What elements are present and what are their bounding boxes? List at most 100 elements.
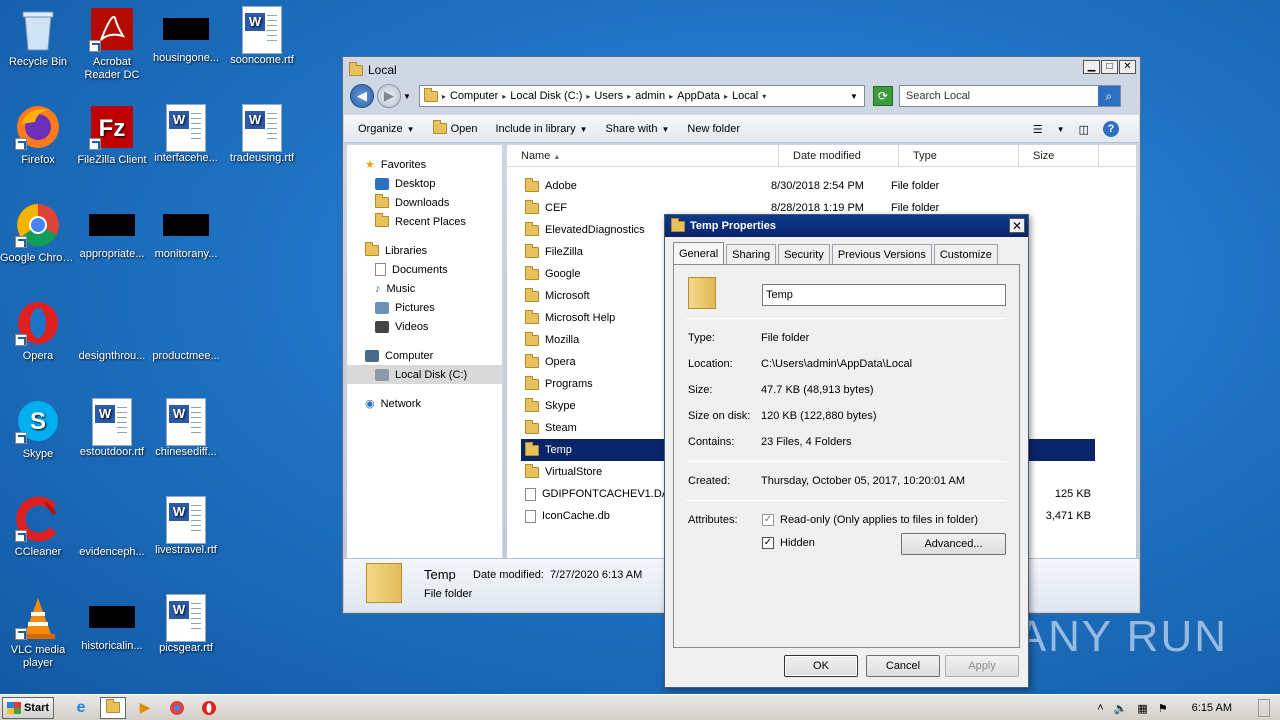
nav-pictures[interactable]: Pictures [347,298,502,317]
apply-button[interactable]: Apply [945,655,1019,677]
minimize-button[interactable]: ▁ [1083,60,1100,74]
nav-computer[interactable]: Computer [347,346,502,365]
cancel-button[interactable]: Cancel [866,655,940,677]
readonly-checkbox[interactable]: ✓ Read-only (Only applies to files in fo… [762,514,978,526]
advanced-button[interactable]: Advanced... [901,533,1006,555]
tab-sharing[interactable]: Sharing [726,244,777,264]
nav-downloads[interactable]: Downloads [347,193,502,212]
nav-local-disk[interactable]: Local Disk (C:) [347,365,502,384]
divider [686,318,1006,319]
historicalin-file[interactable]: historicalin... [74,594,150,653]
windows-logo-icon [6,701,21,714]
picsgear-file[interactable]: W picsgear.rtf [148,594,224,655]
opera-shortcut[interactable]: Opera [0,300,76,363]
monitorany-file[interactable]: monitorany... [148,202,224,261]
details-type: File folder [424,588,473,600]
breadcrumb-local-disk[interactable]: Local Disk (C:) [510,90,582,102]
address-row: ◀ ▶ ▼ ▸ Computer ▸ Local Disk (C:) ▸ Use… [347,81,1136,111]
hidden-checkbox[interactable]: ✓ Hidden [762,537,815,549]
action-center-flag-icon[interactable]: ⚑ [1158,702,1168,715]
open-button[interactable]: Open [432,120,477,135]
recent-pages-chevron-icon[interactable]: ▼ [403,92,411,101]
tradeusing-file[interactable]: W tradeusing.rtf [224,104,300,165]
skype-shortcut[interactable]: S Skype [0,398,76,461]
show-hidden-icons-icon[interactable]: ˄ [1097,702,1103,714]
nav-network[interactable]: ◉ Network [347,394,502,413]
preview-pane-icon[interactable]: ◫ [1079,123,1089,136]
tab-general[interactable]: General [673,242,725,264]
share-with-button[interactable]: Share with ▼ [606,123,670,135]
nav-recent-places[interactable]: Recent Places [347,212,502,231]
column-type[interactable]: Type [899,145,1019,167]
filezilla-shortcut[interactable]: Fz FileZilla Client [74,104,150,167]
view-controls: ☰ ▼ ◫ ? [1033,121,1119,137]
network-tray-icon[interactable]: ▦ [1137,702,1147,715]
housingone-file[interactable]: housingone... [148,6,224,65]
nav-videos[interactable]: Videos [347,317,502,336]
nav-music[interactable]: ♪ Music [347,279,502,298]
folder-name-input[interactable]: Temp [762,284,1006,306]
productmee-file[interactable]: productmee... [148,300,224,363]
firefox-shortcut[interactable]: Firefox [0,104,76,167]
ok-button[interactable]: OK [784,655,858,677]
clock[interactable]: 6:15 AM [1192,702,1232,714]
breadcrumb-admin[interactable]: admin [635,90,665,102]
appropriate-file[interactable]: appropriate... [74,202,150,261]
column-name[interactable]: Name ▲ [507,145,779,167]
taskbar-ie[interactable]: e [68,697,94,719]
search-input[interactable]: Search Local ⌕ [898,85,1121,107]
column-size[interactable]: Size [1019,145,1099,167]
desktop: Recycle Bin Firefox Google Chrome Opera … [0,0,1280,694]
back-button[interactable]: ◀ [350,84,374,108]
evidenceph-file[interactable]: evidenceph... [74,496,150,559]
livestravel-file[interactable]: W livestravel.rtf [148,496,224,557]
address-dropdown-icon[interactable]: ▼ [850,92,858,101]
folder-preview-icon [366,563,402,603]
acrobat-shortcut[interactable]: Acrobat Reader DC [74,6,150,82]
show-desktop-button[interactable] [1258,699,1270,717]
volume-icon[interactable]: 🔈 [1114,702,1128,715]
close-button[interactable]: ✕ [1119,60,1136,74]
search-icon[interactable]: ⌕ [1097,86,1120,106]
column-date-modified[interactable]: Date modified [779,145,899,167]
media-player-icon: ▶ [139,699,151,715]
taskbar-opera[interactable] [196,697,222,719]
forward-button[interactable]: ▶ [377,84,401,108]
ccleaner-shortcut[interactable]: CCleaner [0,496,76,559]
breadcrumb-users[interactable]: Users [594,90,623,102]
interfacehe-file[interactable]: W interfacehe... [148,104,224,165]
help-icon[interactable]: ? [1103,121,1119,137]
estoutdoor-file[interactable]: W estoutdoor.rtf [74,398,150,459]
breadcrumb-computer[interactable]: Computer [450,90,498,102]
organize-button[interactable]: Organize ▼ [358,123,415,135]
breadcrumb-appdata[interactable]: AppData [677,90,720,102]
breadcrumb-local[interactable]: Local [732,90,758,102]
taskbar-chrome[interactable] [164,697,190,719]
chrome-shortcut[interactable]: Google Chrome [0,202,76,265]
file-row[interactable]: Adobe 8/30/2018 2:54 PM File folder [521,175,1280,197]
nav-favorites[interactable]: ★ Favorites [347,155,502,174]
sooncome-file[interactable]: W sooncome.rtf [224,6,300,67]
include-in-library-button[interactable]: Include in library ▼ [495,123,587,135]
dialog-close-button[interactable]: ✕ [1009,218,1025,233]
tab-previous-versions[interactable]: Previous Versions [831,244,932,264]
tab-security[interactable]: Security [778,244,830,264]
maximize-button[interactable]: □ [1101,60,1118,74]
tab-customize[interactable]: Customize [933,244,998,264]
chinesediff-file[interactable]: W chinesediff... [148,398,224,459]
designthrou-file[interactable]: designthrou... [74,300,150,363]
folder-icon [349,61,363,76]
nav-desktop[interactable]: Desktop [347,174,502,193]
start-button[interactable]: Start [2,696,54,719]
nav-documents[interactable]: Documents [347,260,502,279]
nav-libraries[interactable]: Libraries [347,241,502,260]
vlc-shortcut[interactable]: VLC media player [0,594,76,670]
recycle-bin-shortcut[interactable]: Recycle Bin [0,6,76,69]
change-view-icon[interactable]: ☰ [1033,123,1043,136]
address-bar[interactable]: ▸ Computer ▸ Local Disk (C:) ▸ Users ▸ a… [418,85,865,107]
taskbar-explorer[interactable] [100,696,126,719]
taskbar-media-player[interactable]: ▶ [132,697,158,719]
refresh-button[interactable]: ⟳ [872,86,893,106]
view-dropdown-icon[interactable]: ▼ [1057,125,1065,134]
new-folder-button[interactable]: New folder [687,123,740,135]
